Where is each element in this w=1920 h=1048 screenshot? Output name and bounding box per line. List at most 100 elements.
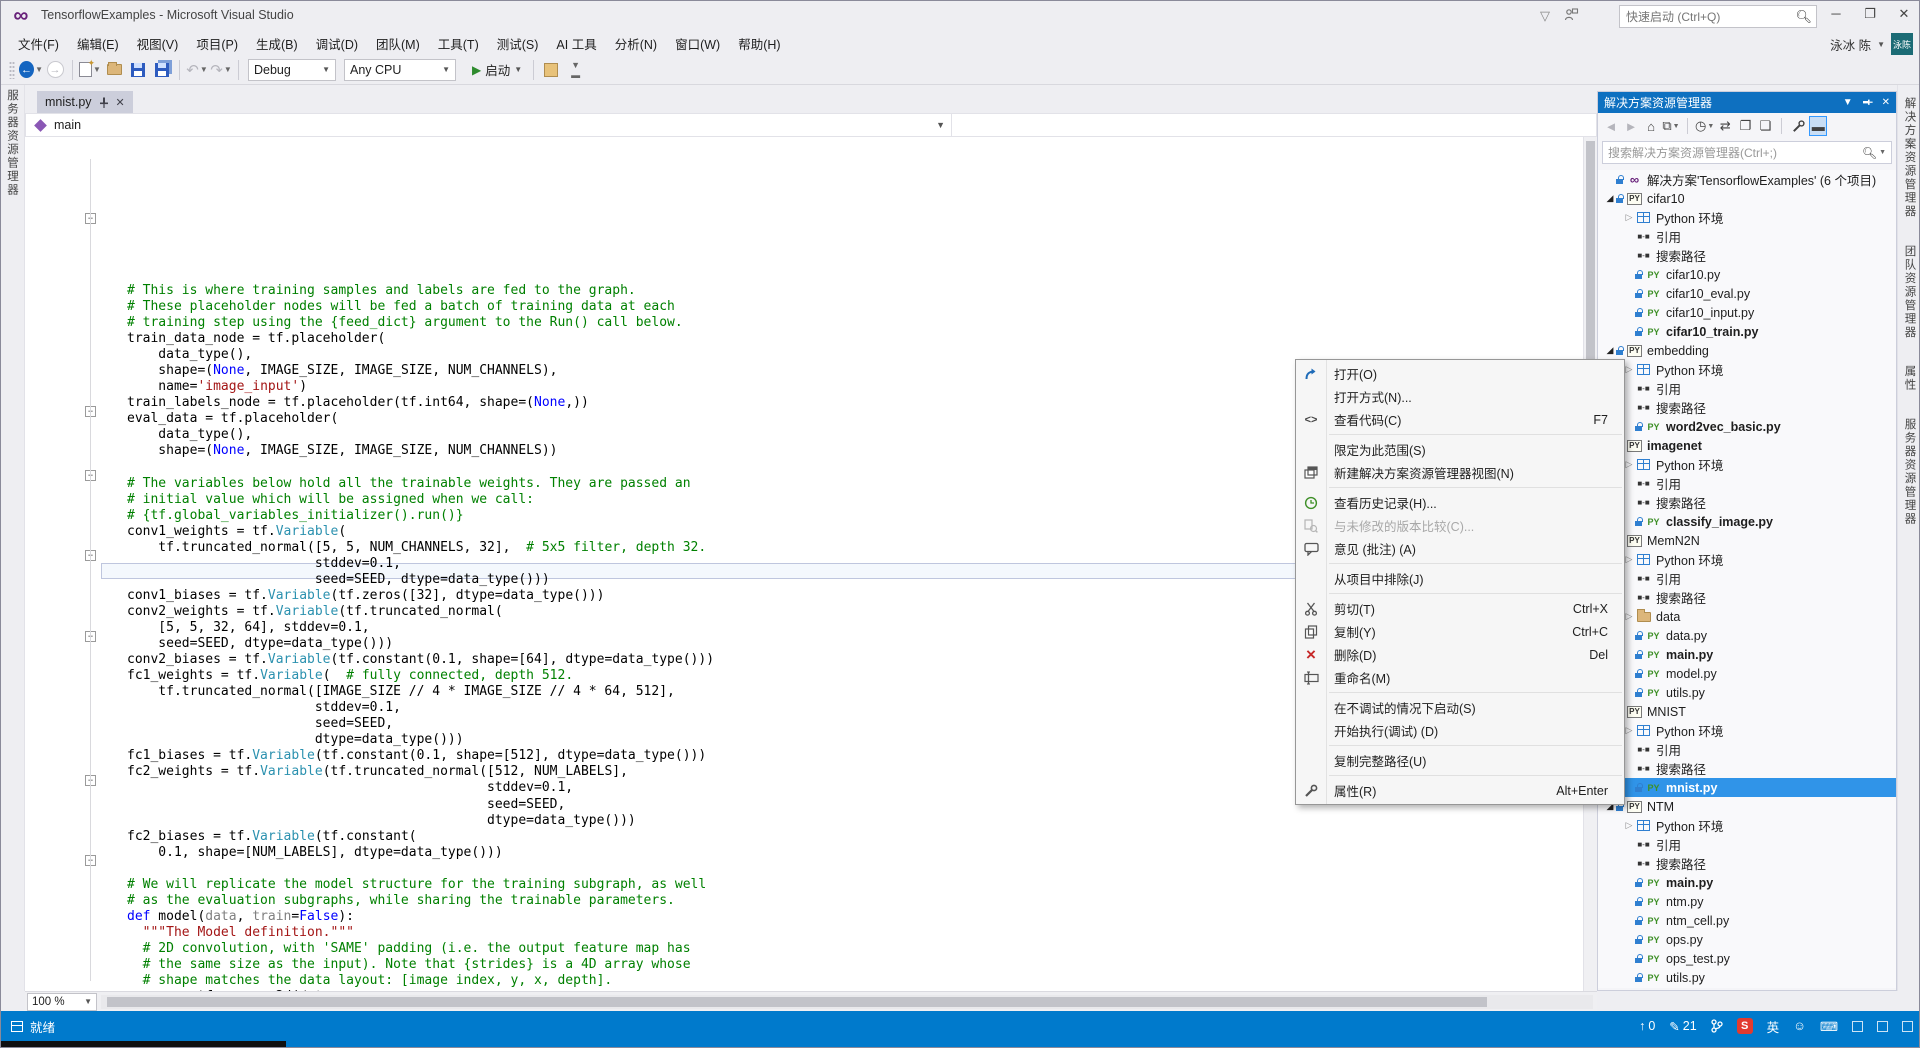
- tree-item-model.py[interactable]: PY model.py: [1598, 664, 1896, 683]
- tree-item-MNIST[interactable]: ◢PYMNIST: [1598, 702, 1896, 721]
- context-menu-item-属性(R)[interactable]: 属性(R) Alt+Enter: [1296, 779, 1624, 802]
- tab-mnist-py[interactable]: mnist.py ✕: [37, 91, 133, 113]
- title-bar[interactable]: ∞ TensorflowExamples - Microsoft Visual …: [1, 1, 1919, 31]
- tree-item-main.py[interactable]: PY main.py: [1598, 645, 1896, 664]
- solution-explorer-search-input[interactable]: 搜索解决方案资源管理器(Ctrl+;) 🔍︎ ▼: [1602, 141, 1892, 164]
- tree-item-Python 环境[interactable]: ▷ Python 环境: [1598, 816, 1896, 835]
- notification-tray-icon[interactable]: [1902, 1020, 1913, 1032]
- right-tab-属性[interactable]: 属性: [1899, 361, 1920, 396]
- open-file-button[interactable]: [102, 58, 126, 82]
- send-a-smile-icon[interactable]: [1563, 7, 1583, 25]
- menu-团队(M)[interactable]: 团队(M): [367, 31, 429, 56]
- context-menu-item-从项目中排除(J)[interactable]: 从项目中排除(J): [1296, 567, 1624, 590]
- editor-horizontal-scrollbar[interactable]: [101, 994, 1593, 1009]
- publish-status[interactable]: ↑ 0: [1639, 1019, 1655, 1033]
- search-chevron-icon[interactable]: ▼: [1879, 149, 1886, 156]
- right-tab-团队资源管理器[interactable]: 团队资源管理器: [1899, 241, 1920, 344]
- pending-edits-status[interactable]: ✎ 21: [1669, 1019, 1696, 1034]
- tree-item-MemN2N[interactable]: PY MemN2N: [1598, 531, 1896, 550]
- solution-explorer-header[interactable]: 解决方案资源管理器 ▼ ✕: [1598, 92, 1896, 113]
- navigate-back-button[interactable]: ← ▼: [19, 58, 43, 82]
- quick-launch-search-input[interactable]: 快速启动 (Ctrl+Q) 🔍︎: [1619, 5, 1817, 28]
- tree-item-main.py[interactable]: PY main.py: [1598, 873, 1896, 892]
- tree-item-classify_image.py[interactable]: PY classify_image.py: [1598, 512, 1896, 531]
- expanded-arrow-icon[interactable]: ◢: [1604, 193, 1616, 204]
- sync-with-active-document-button[interactable]: ⇄: [1716, 116, 1734, 136]
- context-menu-item-剪切(T)[interactable]: 剪切(T) Ctrl+X: [1296, 597, 1624, 620]
- user-account-area[interactable]: 泳冰 陈 ▼ 泳陈: [1830, 32, 1913, 56]
- preview-selected-items-button[interactable]: ▬: [1809, 116, 1828, 136]
- tree-item-imagenet[interactable]: PY imagenet: [1598, 436, 1896, 455]
- tree-item-搜索路径[interactable]: ■-■ 搜索路径: [1598, 493, 1896, 512]
- collapse-all-button[interactable]: ❏: [1756, 116, 1774, 136]
- tree-item-cifar10_eval.py[interactable]: PY cifar10_eval.py: [1598, 284, 1896, 303]
- expanded-arrow-icon[interactable]: ◢: [1604, 345, 1616, 356]
- tree-item-ops.py[interactable]: PY ops.py: [1598, 930, 1896, 949]
- context-menu-item-限定为此范围(S)[interactable]: 限定为此范围(S): [1296, 438, 1624, 461]
- menu-调试(D)[interactable]: 调试(D): [307, 31, 367, 56]
- back-button[interactable]: ◄: [1602, 116, 1620, 136]
- close-panel-icon[interactable]: ✕: [1882, 97, 1890, 108]
- tree-item-引用[interactable]: ■-■ 引用: [1598, 835, 1896, 854]
- tree-item-cifar10_train.py[interactable]: PY cifar10_train.py: [1598, 322, 1896, 341]
- tree-item-搜索路径[interactable]: ■-■ 搜索路径: [1598, 759, 1896, 778]
- context-menu-item-查看代码(C)[interactable]: <> 查看代码(C) F7: [1296, 408, 1624, 431]
- toolbar-overflow-button[interactable]: ▼ ▬: [563, 58, 587, 82]
- collapsed-arrow-icon[interactable]: ▷: [1623, 212, 1635, 223]
- tree-item-引用[interactable]: ■-■ 引用: [1598, 474, 1896, 493]
- tree-item-mnist.py[interactable]: PY mnist.py: [1598, 778, 1896, 797]
- home-button[interactable]: ⌂: [1642, 116, 1660, 136]
- tree-item-搜索路径[interactable]: ■-■ 搜索路径: [1598, 398, 1896, 417]
- forward-button[interactable]: ►: [1622, 116, 1640, 136]
- solution-platform-dropdown[interactable]: Any CPU ▼: [344, 58, 456, 81]
- menu-分析(N)[interactable]: 分析(N): [606, 31, 666, 56]
- right-tab-服务器资源管理器[interactable]: 服务器资源管理器: [1899, 414, 1920, 530]
- context-menu-item-删除(D)[interactable]: × 删除(D) Del: [1296, 643, 1624, 666]
- redo-button[interactable]: ↷ ▼: [209, 58, 233, 82]
- context-menu-item-开始执行(调试) (D)[interactable]: 开始执行(调试) (D): [1296, 719, 1624, 742]
- auto-hide-pin-icon[interactable]: [1862, 97, 1873, 108]
- emoji-icon[interactable]: ☺: [1793, 1019, 1806, 1033]
- right-tab-解决方案资源管理器[interactable]: 解决方案资源管理器: [1899, 93, 1920, 223]
- collapsed-arrow-icon[interactable]: ▷: [1623, 820, 1635, 831]
- scrollbar-thumb[interactable]: [107, 996, 1487, 1007]
- tree-item-Python 环境[interactable]: ▷ Python 环境: [1598, 550, 1896, 569]
- window-position-chevron-icon[interactable]: ▼: [1843, 97, 1853, 108]
- context-menu-item-打开(O)[interactable]: 打开(O): [1296, 362, 1624, 385]
- save-all-button[interactable]: [150, 58, 174, 82]
- tree-item-解决方案'TensorflowExamples' (6 个项目)[interactable]: ∞ 解决方案'TensorflowExamples' (6 个项目): [1598, 170, 1896, 189]
- tree-item-Python 环境[interactable]: ▷ Python 环境: [1598, 360, 1896, 379]
- avatar[interactable]: 泳陈: [1891, 33, 1913, 55]
- pending-changes-filter-button[interactable]: ◷ ▼: [1695, 116, 1714, 136]
- context-menu-item-复制(Y)[interactable]: 复制(Y) Ctrl+C: [1296, 620, 1624, 643]
- member-dropdown[interactable]: main ▼: [26, 114, 952, 136]
- sogou-input-badge[interactable]: S: [1736, 1018, 1753, 1034]
- menu-AI 工具[interactable]: AI 工具: [547, 31, 605, 56]
- tree-item-ntm.py[interactable]: PY ntm.py: [1598, 892, 1896, 911]
- tree-item-Python 环境[interactable]: ▷ Python 环境: [1598, 721, 1896, 740]
- menu-项目(P)[interactable]: 项目(P): [187, 31, 247, 56]
- menu-窗口(W)[interactable]: 窗口(W): [666, 31, 729, 56]
- fold-gutter[interactable]: −−−−−−−: [85, 137, 102, 991]
- new-file-button[interactable]: ✦ ▼: [78, 58, 102, 82]
- speaker-tray-icon[interactable]: [1877, 1020, 1888, 1032]
- feedback-icon[interactable]: ▽: [1535, 7, 1555, 25]
- solution-configuration-dropdown[interactable]: Debug ▼: [248, 58, 336, 81]
- tree-item-cifar10[interactable]: ◢ PY cifar10: [1598, 189, 1896, 208]
- context-menu-item-重命名(M)[interactable]: 重命名(M): [1296, 666, 1624, 689]
- menu-测试(S)[interactable]: 测试(S): [488, 31, 548, 56]
- toolbar-grip[interactable]: [9, 60, 15, 79]
- save-button[interactable]: [126, 58, 150, 82]
- context-menu-item-在不调试的情况下启动(S)[interactable]: 在不调试的情况下启动(S): [1296, 696, 1624, 719]
- menu-文件(F)[interactable]: 文件(F): [9, 31, 68, 56]
- properties-button[interactable]: [1789, 116, 1807, 136]
- context-menu-item-意见 (批注) (A)[interactable]: 意见 (批注) (A): [1296, 537, 1624, 560]
- restore-button[interactable]: ❐: [1853, 1, 1887, 27]
- left-tab-服务器资源管理器[interactable]: 服务器资源管理器: [1, 85, 23, 201]
- context-menu-item-复制完整路径(U)[interactable]: 复制完整路径(U): [1296, 749, 1624, 772]
- menu-帮助(H)[interactable]: 帮助(H): [729, 31, 789, 56]
- pin-icon[interactable]: [99, 97, 109, 108]
- tree-item-引用[interactable]: ■-■ 引用: [1598, 379, 1896, 398]
- tree-item-引用[interactable]: ■-■ 引用: [1598, 227, 1896, 246]
- code-text[interactable]: # This is where training samples and lab…: [127, 283, 714, 991]
